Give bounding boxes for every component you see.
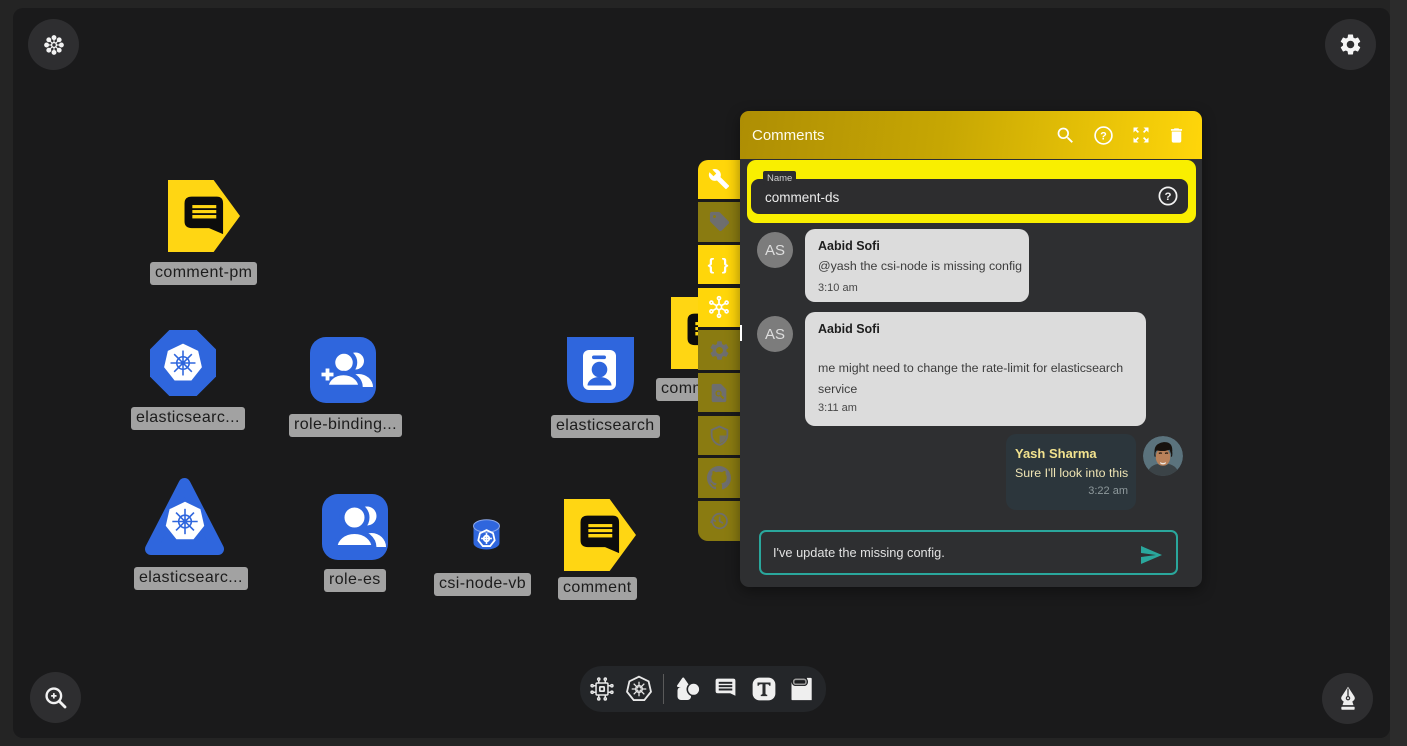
svg-text:?: ?	[1100, 130, 1107, 142]
svg-text:?: ?	[1165, 191, 1172, 203]
